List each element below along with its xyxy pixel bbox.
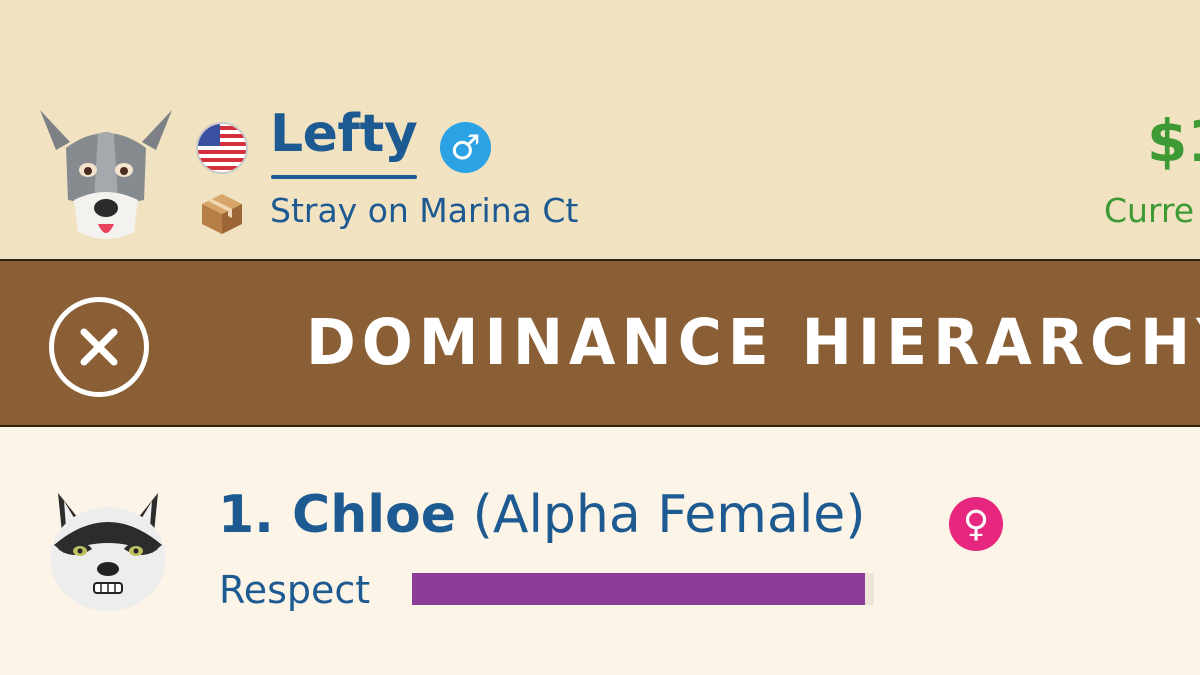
great-dane-face-icon[interactable] [36, 104, 176, 246]
husky-face-icon [50, 493, 166, 611]
page-title: DOMINANCE HIERARCHY [306, 306, 1200, 380]
hierarchy-list: 1. Chloe (Alpha Female) ♀ Respect [0, 427, 1200, 675]
rank-name: 1. Chloe [218, 485, 457, 545]
male-gender-icon: ♂ [440, 122, 491, 173]
pet-header: Lefty ♂ Stray on Marina Ct $1 Curre [0, 0, 1200, 259]
pet-name-link[interactable]: Lefty [270, 108, 418, 160]
rank-role: (Alpha Female) [472, 485, 866, 545]
cardboard-box-icon [202, 194, 242, 234]
respect-label: Respect [219, 568, 371, 612]
respect-bar [412, 573, 874, 605]
us-flag-icon [196, 122, 248, 174]
respect-bar-fill [412, 573, 865, 605]
title-bar: DOMINANCE HIERARCHY [0, 259, 1200, 427]
hierarchy-entry-title: 1. Chloe (Alpha Female) [218, 489, 866, 541]
money-label: Curre [1104, 191, 1195, 230]
pet-name-underline [271, 175, 417, 179]
pet-status-text: Stray on Marina Ct [270, 191, 579, 230]
close-button[interactable] [49, 297, 149, 397]
female-gender-icon: ♀ [949, 497, 1003, 551]
close-icon [80, 328, 118, 366]
money-amount: $1 [1147, 107, 1200, 175]
